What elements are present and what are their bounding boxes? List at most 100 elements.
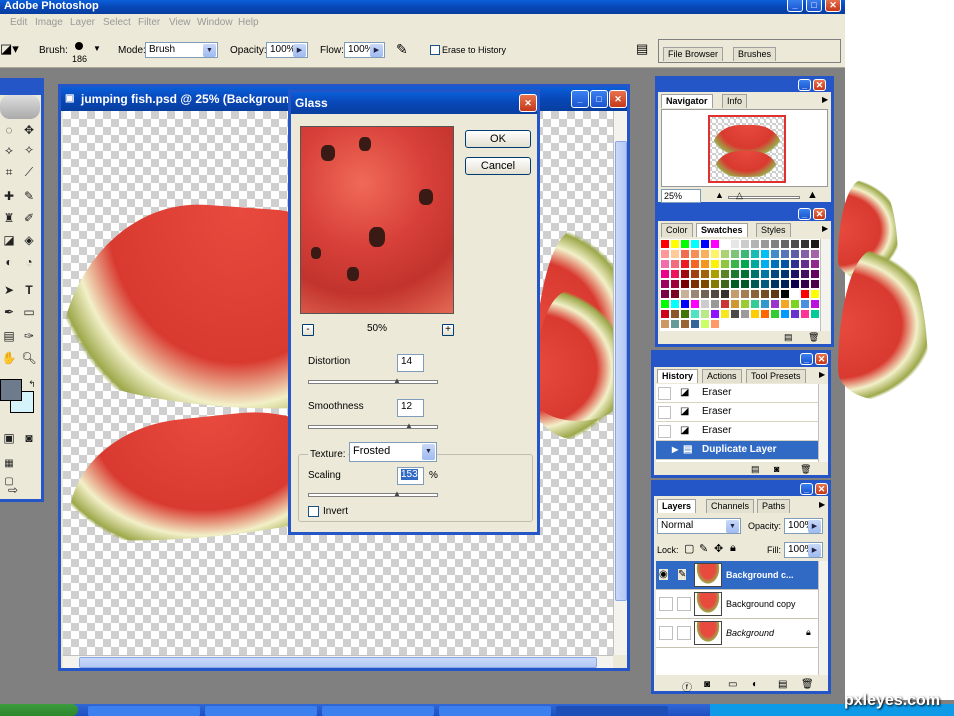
color-swatch[interactable] [800, 269, 810, 279]
color-swatch[interactable] [770, 299, 780, 309]
brush-tool-icon[interactable]: ✎ [20, 187, 38, 205]
polygon-lasso-tool-icon[interactable]: ⟡ [0, 141, 18, 159]
magic-wand-tool-icon[interactable]: ✧ [20, 141, 38, 159]
layer-row-selected[interactable]: ◉ ✎ Background c... [656, 561, 818, 590]
color-swatch[interactable] [760, 259, 770, 269]
slice-tool-icon[interactable]: ⟋ [20, 163, 38, 181]
color-swatch[interactable] [710, 249, 720, 259]
glass-close-button[interactable]: ✕ [519, 94, 537, 112]
color-swatch[interactable] [800, 309, 810, 319]
color-swatch[interactable] [790, 279, 800, 289]
history-source-box[interactable] [658, 406, 671, 419]
pen-tool-icon[interactable]: ✒ [0, 303, 18, 321]
color-swatch[interactable] [660, 269, 670, 279]
color-swatch[interactable] [670, 309, 680, 319]
lock-transparency-icon[interactable]: ▢ [684, 542, 694, 555]
lock-brush-icon[interactable]: ✎ [699, 542, 708, 555]
visibility-box[interactable] [659, 626, 673, 640]
color-swatch[interactable] [730, 289, 740, 299]
color-swatch[interactable] [670, 319, 680, 329]
color-swatch[interactable] [670, 239, 680, 249]
color-swatch[interactable] [680, 259, 690, 269]
tab-paths[interactable]: Paths [757, 499, 791, 513]
new-document-icon[interactable]: ▤ [751, 464, 760, 475]
lasso-tool-icon[interactable]: ◌ [0, 121, 18, 139]
color-swatch[interactable] [680, 309, 690, 319]
color-swatch[interactable] [740, 259, 750, 269]
visibility-box[interactable] [659, 597, 673, 611]
color-swatch[interactable] [780, 249, 790, 259]
color-swatch[interactable] [710, 299, 720, 309]
color-swatch[interactable] [730, 239, 740, 249]
color-swatch[interactable] [810, 279, 820, 289]
eye-icon[interactable]: ◉ [659, 569, 668, 580]
well-tab-file-browser[interactable]: File Browser [663, 47, 724, 61]
color-swatch[interactable] [670, 299, 680, 309]
tab-swatches[interactable]: Swatches [696, 223, 748, 237]
color-swatch[interactable] [780, 299, 790, 309]
color-swatch[interactable] [780, 289, 790, 299]
color-swatch[interactable] [800, 279, 810, 289]
color-swatch[interactable] [780, 269, 790, 279]
color-swatch[interactable] [710, 239, 720, 249]
color-swatch[interactable] [700, 319, 710, 329]
color-swatch[interactable] [700, 259, 710, 269]
color-swatch[interactable] [770, 239, 780, 249]
color-swatch[interactable] [790, 239, 800, 249]
color-swatch[interactable] [740, 309, 750, 319]
well-tab-brushes[interactable]: Brushes [733, 47, 777, 61]
start-button[interactable] [0, 704, 78, 716]
foreground-color-swatch[interactable] [0, 379, 22, 401]
color-swatch[interactable] [810, 309, 820, 319]
document-minimize-button[interactable]: _ [571, 90, 589, 108]
tab-color[interactable]: Color [661, 223, 693, 237]
color-swatch[interactable] [730, 259, 740, 269]
color-swatch[interactable] [700, 279, 710, 289]
color-swatch[interactable] [740, 279, 750, 289]
layer-style-icon[interactable]: ⓕ [682, 679, 692, 694]
menu-help[interactable]: Help [238, 17, 259, 28]
scaling-slider[interactable]: ▲ [308, 490, 438, 498]
cancel-button[interactable]: Cancel [465, 157, 531, 175]
color-swatch[interactable] [760, 269, 770, 279]
color-swatch[interactable] [800, 249, 810, 259]
color-swatch[interactable] [770, 289, 780, 299]
color-swatch[interactable] [720, 259, 730, 269]
navigator-minimize-button[interactable]: _ [798, 79, 811, 91]
color-swatch[interactable] [740, 239, 750, 249]
color-swatch[interactable] [670, 269, 680, 279]
color-swatch[interactable] [740, 249, 750, 259]
color-swatch[interactable] [790, 269, 800, 279]
color-swatch[interactable] [660, 249, 670, 259]
path-selection-tool-icon[interactable]: ➤ [0, 281, 18, 299]
color-swatch[interactable] [770, 309, 780, 319]
navigator-zoom-field[interactable]: 25% [661, 189, 701, 203]
color-swatch[interactable] [810, 239, 820, 249]
history-minimize-button[interactable]: _ [800, 353, 813, 365]
document-vertical-scrollbar[interactable] [613, 111, 627, 655]
color-swatch[interactable] [790, 299, 800, 309]
taskbar-item[interactable] [439, 706, 551, 716]
color-swatch[interactable] [790, 259, 800, 269]
new-swatch-icon[interactable]: ▤ [784, 332, 793, 343]
color-swatch[interactable] [680, 279, 690, 289]
menu-layer[interactable]: Layer [70, 17, 95, 28]
color-swatch[interactable] [760, 309, 770, 319]
color-swatch[interactable] [660, 239, 670, 249]
quick-mask-mode-icon[interactable]: ◙ [20, 429, 38, 447]
standard-mode-icon[interactable]: ▣ [0, 429, 18, 447]
color-swatch[interactable] [740, 269, 750, 279]
color-swatch[interactable] [760, 289, 770, 299]
color-swatch[interactable] [750, 279, 760, 289]
color-swatch[interactable] [790, 249, 800, 259]
erase-to-history-checkbox[interactable] [430, 45, 440, 55]
color-swatch[interactable] [660, 299, 670, 309]
app-minimize-button[interactable]: _ [787, 0, 803, 12]
color-swatch[interactable] [760, 299, 770, 309]
layer-mask-icon[interactable]: ◙ [704, 679, 710, 690]
color-swatch[interactable] [780, 259, 790, 269]
menu-filter[interactable]: Filter [138, 17, 160, 28]
taskbar-item[interactable] [322, 706, 434, 716]
smoothness-slider-thumb[interactable]: ▲ [405, 422, 413, 430]
fill-input[interactable]: 100% ▶ [784, 542, 823, 558]
